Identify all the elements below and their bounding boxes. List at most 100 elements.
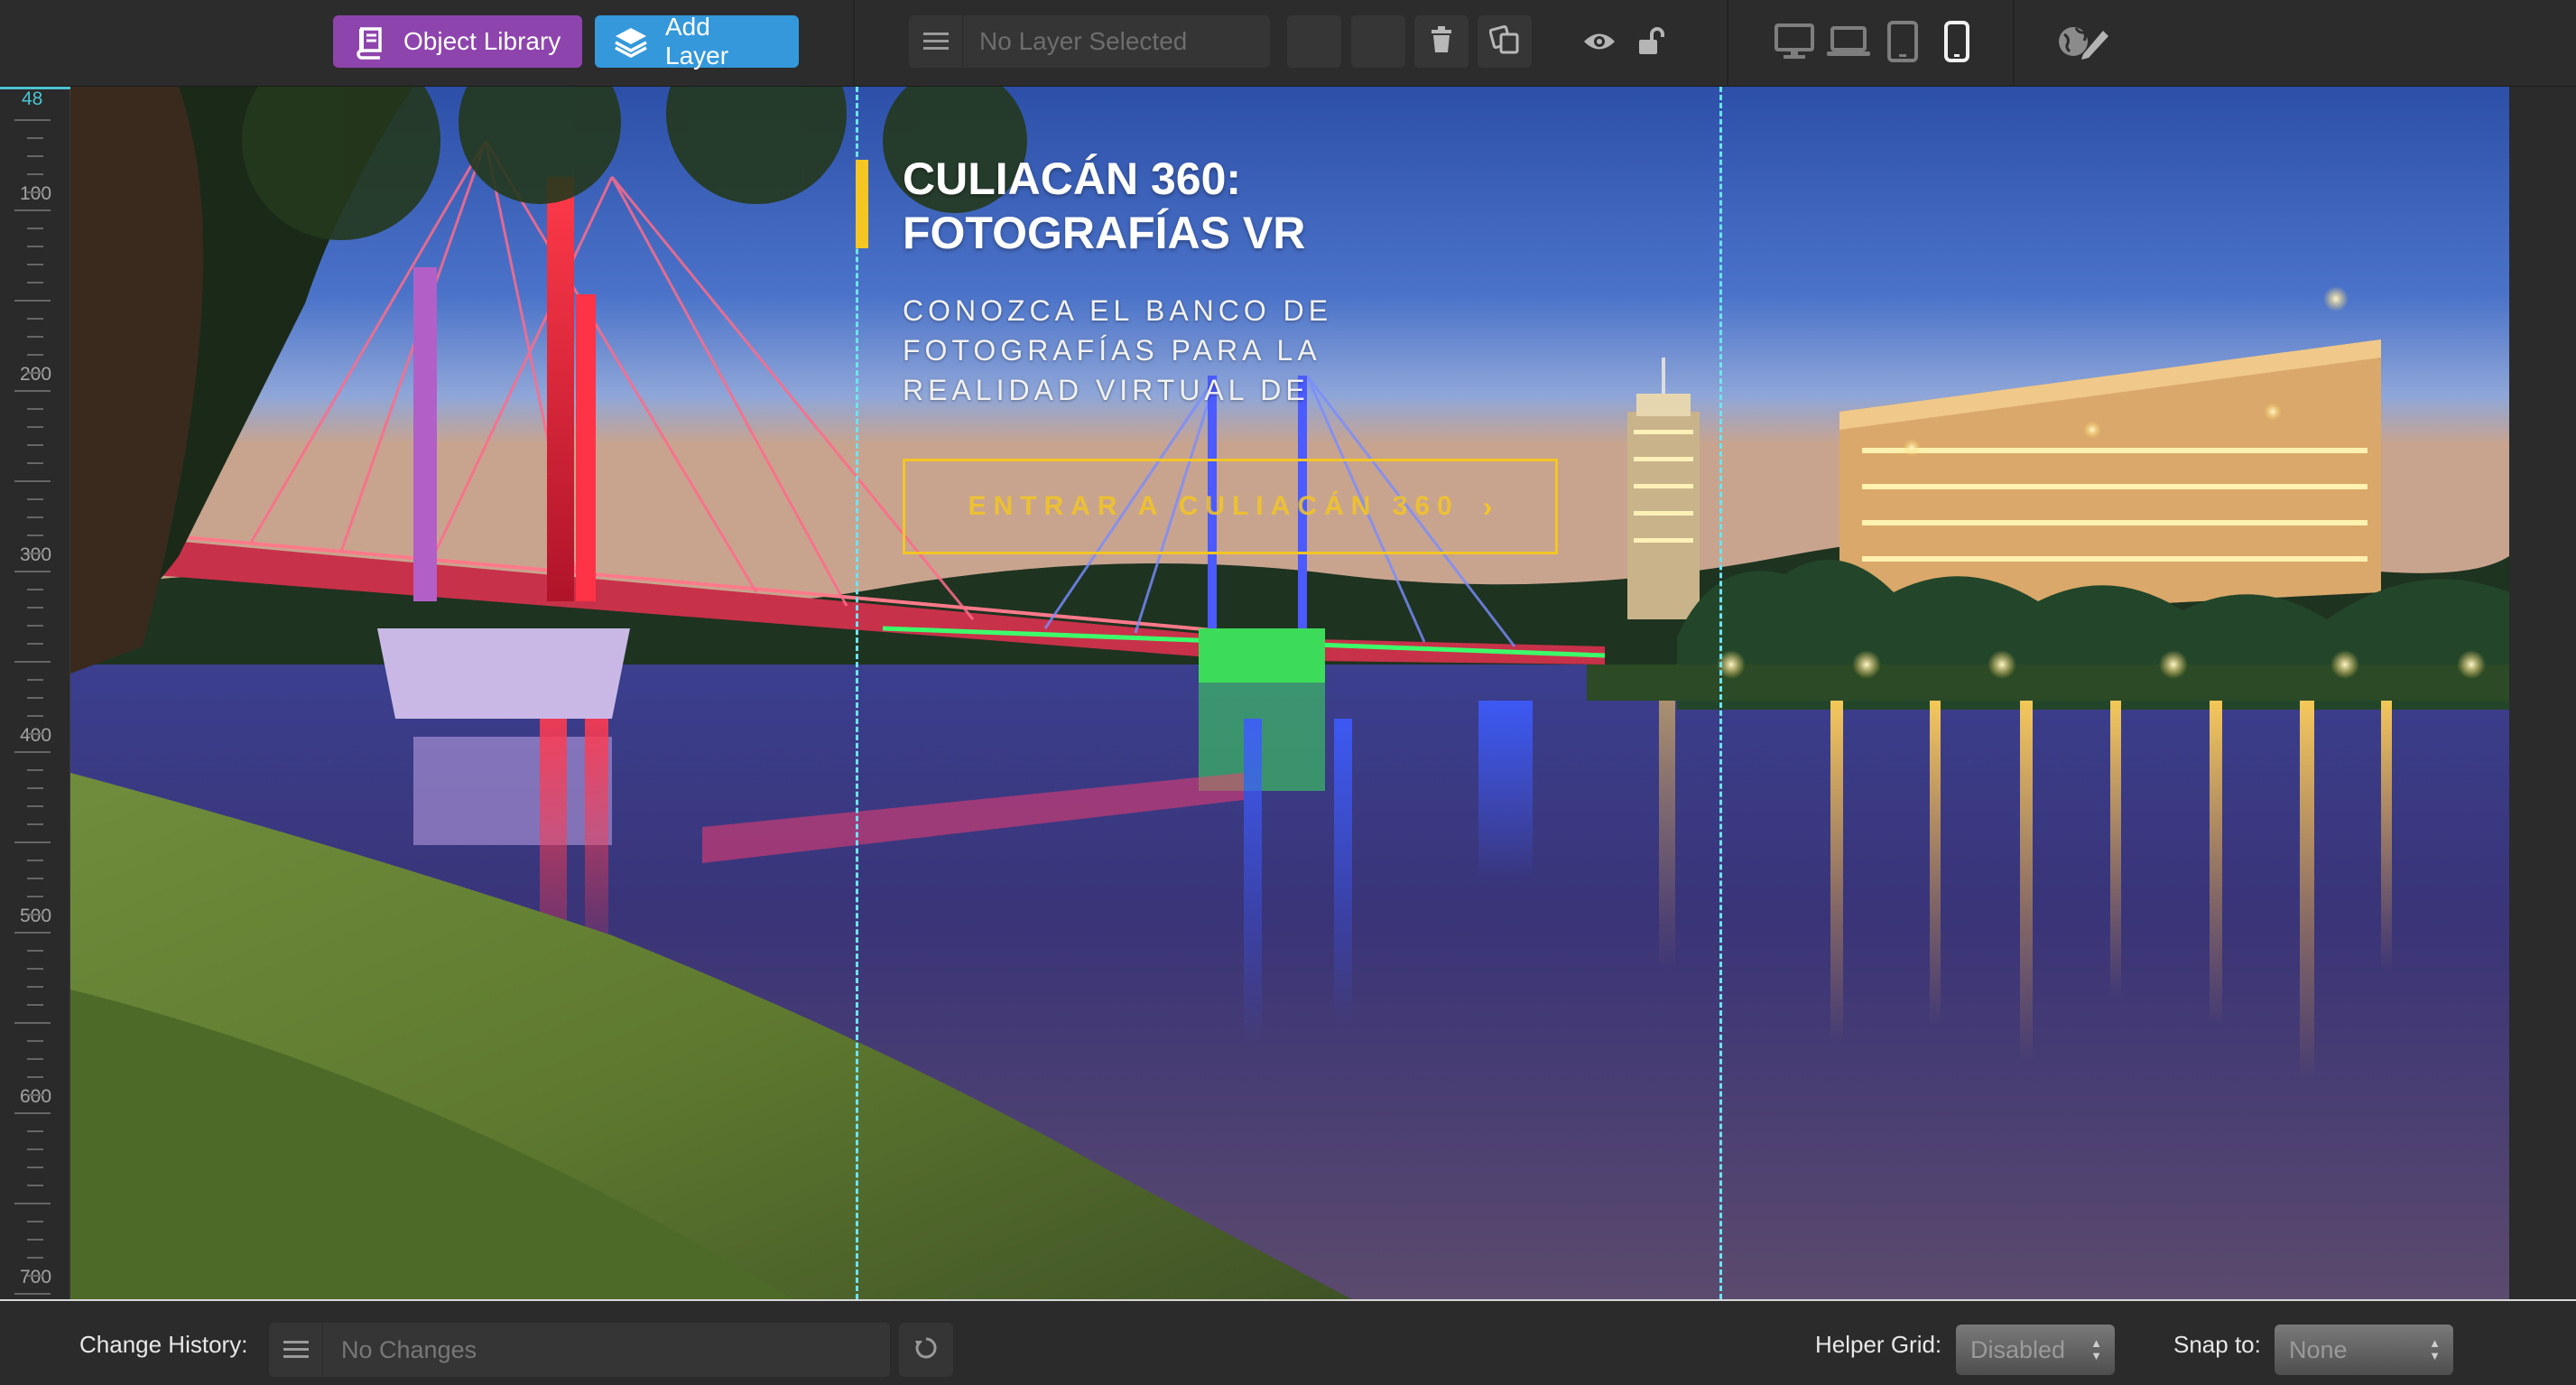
ruler-label: 400 [20,725,52,746]
ruler-tick [27,1185,43,1186]
slide-subheadline[interactable]: CONOZCA EL BANCO DE FOTOGRAFÍAS PARA LA … [903,291,1376,417]
ruler-label: 48 [22,88,43,109]
ruler-tick [14,571,51,572]
menu-icon [909,15,963,68]
undo-icon [913,1335,939,1365]
toolbar-separator [853,0,855,87]
enter-culiacan-360-button[interactable]: ENTRAR A CULIACÁN 360 › [903,459,1558,554]
ruler-tick [14,1112,51,1114]
laptop-icon[interactable] [1827,20,1870,63]
slide-canvas[interactable]: CULIACÁN 360: FOTOGRAFÍAS VR CONOZCA EL … [70,87,2509,1299]
guide-line-left [856,87,858,1299]
updown-arrows-icon: ▲ ▼ [2429,1336,2441,1362]
ruler-tick [27,986,43,988]
ruler-tick [14,390,51,392]
ruler-tick [27,444,43,446]
ruler-tick [27,1275,43,1277]
ruler-tick [14,1203,51,1204]
ruler-tick [27,787,43,789]
phone-icon[interactable] [1935,20,1978,63]
toolbar-blank-button[interactable] [1287,15,1341,68]
book-icon [351,23,387,60]
ruler-label: 600 [20,1086,52,1107]
ruler-tick [14,841,51,843]
helper-grid-value: Disabled [1970,1335,2066,1363]
snap-to-label: Snap to: [2173,1331,2261,1358]
ruler-label: 700 [20,1267,52,1287]
trash-icon [1430,25,1453,58]
chevron-right-icon: › [1482,489,1493,523]
ruler-tick [27,282,43,284]
bottom-bar: Change History: No Changes Helper Grid: … [0,1299,2576,1385]
object-library-label: Object Library [403,27,561,55]
ruler-tick [27,950,43,952]
background-photo [70,87,2509,1299]
toolbar-blank-button[interactable] [1351,15,1405,68]
ruler-tick [14,209,51,211]
toolbar-separator [1727,0,1728,87]
ruler-tick [14,661,51,663]
ruler-tick [14,932,51,934]
ruler-tick [27,896,43,897]
tablet-icon[interactable] [1881,20,1924,63]
ruler-tick [27,462,43,464]
ruler-tick [27,733,43,735]
ruler-tick [27,715,43,717]
change-history-label: Change History: [79,1331,248,1358]
ruler-tick [27,534,43,536]
ruler-tick [14,1022,51,1024]
ruler-tick [27,625,43,627]
duplicate-layer-button[interactable] [1478,15,1532,68]
ruler-tick [27,1004,43,1006]
ruler-tick [27,643,43,645]
change-history-select[interactable]: No Changes [269,1323,890,1377]
undo-button[interactable] [899,1323,953,1377]
updown-arrows-icon: ▲ ▼ [2090,1336,2102,1362]
ruler-tick [27,137,43,139]
snap-to-select[interactable]: None ▲ ▼ [2275,1325,2453,1375]
ruler-tick [27,1257,43,1259]
ruler-tick [27,408,43,410]
globe-edit-icon[interactable] [2056,20,2110,63]
delete-layer-button[interactable] [1414,15,1469,68]
unlock-icon[interactable] [1629,20,1673,63]
slide-headline[interactable]: CULIACÁN 360: FOTOGRAFÍAS VR [903,152,1444,260]
ruler-tick [27,426,43,428]
ruler-tick [27,1148,43,1150]
ruler-tick [27,372,43,374]
ruler-tick [27,318,43,320]
headline-line-2: FOTOGRAFÍAS VR [903,208,1306,258]
ruler-tick [27,769,43,771]
ruler-tick [14,300,51,302]
ruler-tick [27,191,43,193]
ruler-tick [27,173,43,175]
headline-accent-bar[interactable] [856,160,868,248]
eye-icon[interactable] [1578,20,1621,63]
duplicate-icon [1488,24,1520,59]
ruler-label: 200 [20,364,52,385]
desktop-icon[interactable] [1773,20,1816,63]
layer-select-placeholder: No Layer Selected [979,27,1188,55]
ruler-label: 100 [20,183,52,204]
add-layer-label: Add Layer [665,13,729,70]
snap-to-value: None [2289,1335,2348,1363]
ruler-tick [27,1167,43,1168]
ruler-label: 500 [20,906,52,926]
change-history-value: No Changes [341,1335,477,1363]
guide-line-right [1719,87,1722,1299]
ruler-tick [27,697,43,699]
layer-select[interactable]: No Layer Selected [909,15,1270,68]
object-library-button[interactable]: Object Library [333,15,582,68]
ruler-tick [27,1058,43,1060]
add-layer-button[interactable]: Add Layer [595,13,799,70]
ruler-tick [14,1293,51,1295]
ruler-tick [27,336,43,338]
helper-grid-label: Helper Grid: [1815,1331,1942,1358]
ruler-tick [27,878,43,879]
ruler-tick [27,516,43,518]
ruler-tick [14,119,51,121]
ruler-label: 300 [20,544,52,565]
helper-grid-select[interactable]: Disabled ▲ ▼ [1956,1325,2115,1375]
ruler-tick [27,823,43,825]
ruler-tick [27,805,43,807]
